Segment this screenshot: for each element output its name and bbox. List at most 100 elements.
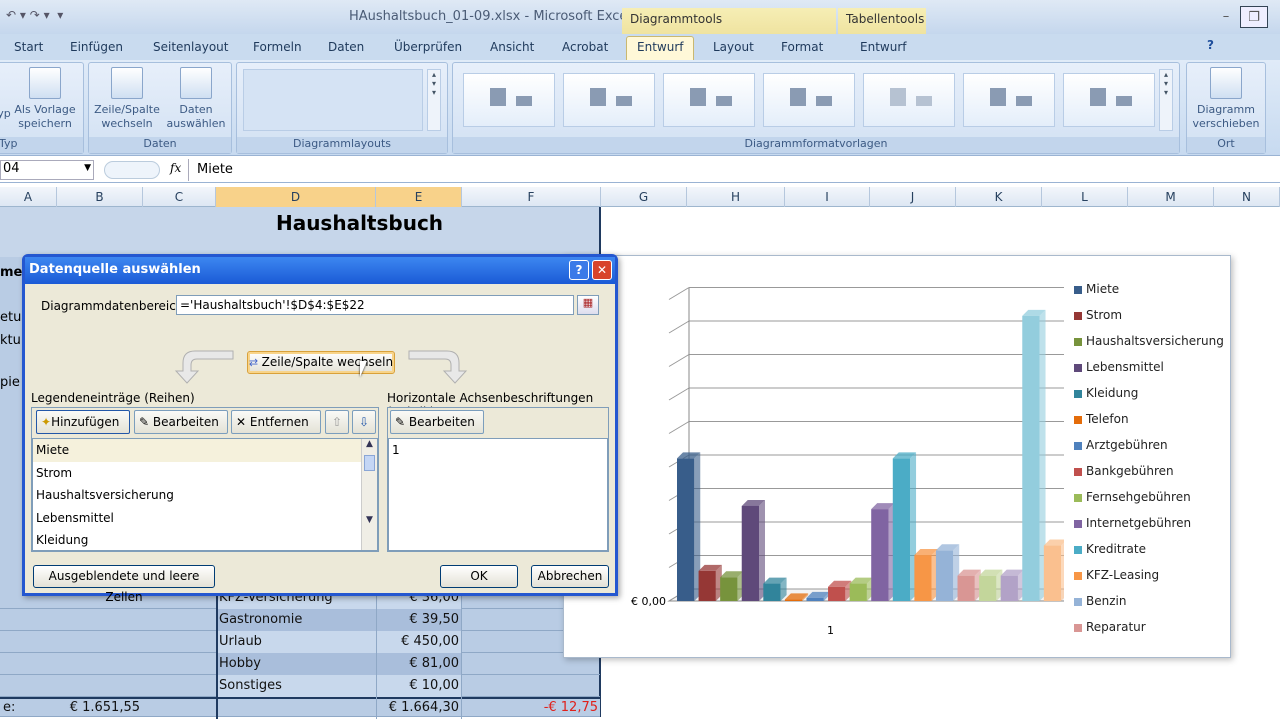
dialog-help-button[interactable]: ?	[569, 260, 589, 280]
fx-icon[interactable]: fx	[170, 161, 181, 175]
tab-format[interactable]: Format	[781, 40, 823, 54]
total-row[interactable]: e: € 1.651,55 € 1.664,30 -€ 12,75	[0, 697, 600, 717]
name-box[interactable]: 04 ▼	[0, 160, 94, 180]
col-B[interactable]: B	[57, 187, 143, 207]
tab-ueberpruefen[interactable]: Überprüfen	[394, 40, 462, 54]
save-template-button[interactable]: Als Vorlage speichern	[13, 67, 77, 131]
range-input[interactable]: ='Haushaltsbuch'!$D$4:$E$22	[176, 295, 574, 315]
help-icon[interactable]: ?	[1207, 38, 1214, 52]
legend-item: Benzin	[1074, 594, 1126, 608]
y-tick-label: € 0,00	[631, 595, 666, 608]
list-item[interactable]: 1	[389, 439, 607, 462]
remove-button[interactable]: ✕ Entfernen	[231, 410, 321, 434]
chart-style-2[interactable]	[563, 73, 655, 127]
switch-row-col-ribbon-button[interactable]: Zeile/Spalte wechseln	[93, 67, 161, 131]
legend-swatch	[1074, 571, 1082, 580]
tab-layout[interactable]: Layout	[713, 40, 754, 54]
legend-swatch	[1074, 337, 1082, 346]
legend-label: Arztgebühren	[1086, 438, 1168, 452]
chart-style-4[interactable]	[763, 73, 855, 127]
col-G[interactable]: G	[601, 187, 687, 207]
col-D[interactable]: D	[216, 187, 376, 207]
series-scrollbar[interactable]: ▲ ▼	[361, 439, 377, 550]
legend-item: Reparatur	[1074, 620, 1146, 634]
restore-button[interactable]: ❐	[1240, 6, 1268, 28]
group-ort: Diagramm verschieben Ort	[1186, 62, 1266, 154]
group-label-typ: Typ	[0, 137, 83, 153]
formula-input[interactable]: Miete	[188, 159, 1280, 181]
switch-icon	[111, 67, 143, 99]
tab-acrobat[interactable]: Acrobat	[562, 40, 608, 54]
tab-entwurf-table[interactable]: Entwurf	[860, 40, 906, 54]
edit-icon: ✎	[139, 415, 153, 429]
styles-scroll[interactable]: ▴ ▾ ▾	[1159, 69, 1173, 131]
collapse-range-icon[interactable]: ▦	[577, 295, 599, 315]
tab-start[interactable]: Start	[14, 40, 43, 54]
move-down-icon[interactable]: ⇩	[352, 410, 376, 434]
chart-style-7[interactable]	[1063, 73, 1155, 127]
gallery-scroll[interactable]: ▴ ▾ ▾	[427, 69, 441, 131]
col-K[interactable]: K	[956, 187, 1042, 207]
edit-axis-button[interactable]: ✎ Bearbeiten	[390, 410, 484, 434]
legend-label: Reparatur	[1086, 620, 1146, 634]
cancel-button[interactable]: Abbrechen	[531, 565, 609, 588]
col-C[interactable]: C	[143, 187, 216, 207]
select-data-button[interactable]: Daten auswählen	[163, 67, 229, 131]
list-item[interactable]: Kleidung	[33, 529, 377, 552]
list-item[interactable]: Strom	[33, 462, 377, 485]
col-N[interactable]: N	[1214, 187, 1280, 207]
legend-swatch	[1074, 493, 1082, 502]
col-I[interactable]: I	[785, 187, 870, 207]
bar-Reparatur	[957, 569, 981, 601]
partial-cell-4: pie	[0, 375, 20, 390]
chart-area[interactable]: € 0,00 1 Miete Strom Haushaltsversicherung L…	[563, 255, 1231, 658]
table-row[interactable]: Sonstiges € 10,00	[0, 675, 600, 697]
move-up-icon[interactable]: ⇧	[325, 410, 349, 434]
bar-series-17	[1022, 309, 1046, 601]
legend-item: Internetgebühren	[1074, 516, 1191, 530]
col-A[interactable]: A	[0, 187, 57, 207]
group-label-styles: Diagrammformatvorlagen	[453, 137, 1179, 153]
bar-Kreditrate	[892, 452, 917, 601]
layouts-gallery[interactable]	[243, 69, 423, 131]
axis-list[interactable]: 1	[388, 438, 608, 551]
list-item[interactable]: Haushaltsversicherung	[33, 484, 377, 507]
table-row[interactable]: Urlaub € 450,00	[0, 631, 600, 653]
template-icon	[29, 67, 61, 99]
col-M[interactable]: M	[1128, 187, 1214, 207]
table-row[interactable]: Gastronomie € 39,50	[0, 609, 600, 631]
chart-style-1[interactable]	[463, 73, 555, 127]
tab-ansicht[interactable]: Ansicht	[490, 40, 534, 54]
chart-style-5[interactable]	[863, 73, 955, 127]
minimize-button[interactable]: –	[1212, 6, 1240, 28]
col-J[interactable]: J	[870, 187, 956, 207]
chart-style-3[interactable]	[663, 73, 755, 127]
edit-series-button[interactable]: ✎ Bearbeiten	[134, 410, 228, 434]
chart-style-6[interactable]	[963, 73, 1055, 127]
col-H[interactable]: H	[687, 187, 785, 207]
legend-label: Strom	[1086, 308, 1123, 322]
col-F[interactable]: F	[462, 187, 601, 207]
tab-formeln[interactable]: Formeln	[253, 40, 302, 54]
list-item[interactable]: Miete	[33, 439, 361, 462]
table-row[interactable]: Hobby € 81,00	[0, 653, 600, 675]
col-L[interactable]: L	[1042, 187, 1128, 207]
move-chart-button[interactable]: Diagramm verschieben	[1191, 67, 1261, 131]
legend-swatch	[1074, 389, 1082, 398]
hidden-cells-button[interactable]: Ausgeblendete und leere Zellen	[33, 565, 215, 604]
title-bar: ↶ ▾ ↷ ▾ ▾ HAushaltsbuch_01-09.xlsx - Mic…	[0, 0, 1280, 34]
col-E[interactable]: E	[376, 187, 462, 207]
legend-item: Fernsehgebühren	[1074, 490, 1191, 504]
tab-entwurf-chart[interactable]: Entwurf	[626, 36, 695, 60]
legend-label: Telefon	[1086, 412, 1129, 426]
add-button[interactable]: ✦Hinzufügen	[36, 410, 130, 434]
tab-daten[interactable]: Daten	[328, 40, 364, 54]
tab-einfuegen[interactable]: Einfügen	[70, 40, 123, 54]
gridline	[668, 320, 690, 334]
list-item[interactable]: Lebensmittel	[33, 507, 377, 530]
series-list[interactable]: Miete Strom Haushaltsversicherung Lebens…	[32, 438, 378, 551]
tab-seitenlayout[interactable]: Seitenlayout	[153, 40, 228, 54]
dialog-close-button[interactable]: ✕	[592, 260, 612, 280]
legend-swatch	[1074, 363, 1082, 372]
ok-button[interactable]: OK	[440, 565, 518, 588]
